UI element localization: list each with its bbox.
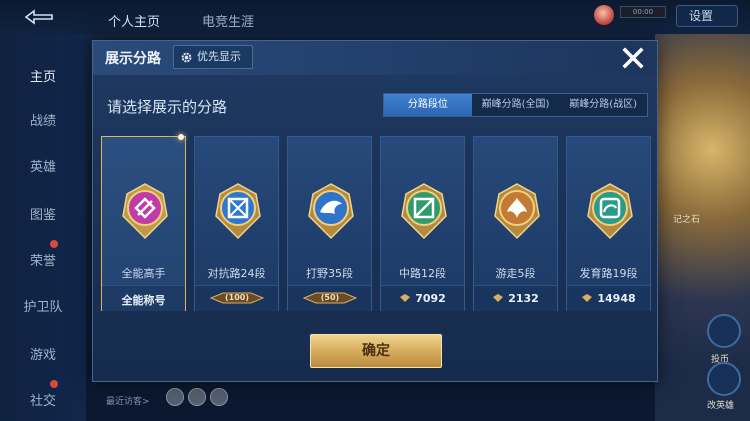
hero-artwork: 记之石 投币 改英雄 — [655, 34, 750, 421]
sidebar-item-record[interactable]: 战绩 — [0, 110, 86, 129]
display-lane-modal: 展示分路 优先显示 请选择展示的分路 分路段位 巅峰分路(全国) 巅峰分路(战区… — [92, 40, 658, 382]
lane-card-top[interactable]: 对抗路24段 (100) — [194, 136, 279, 311]
modal-title: 展示分路 — [105, 51, 161, 67]
visitor-avatar[interactable] — [166, 388, 184, 406]
tab-esports[interactable]: 电竞生涯 — [202, 11, 254, 30]
lane-name: 游走5段 — [495, 267, 536, 280]
rank-badge-wrap: (100) — [209, 291, 265, 305]
lane-name: 中路12段 — [399, 267, 446, 280]
mid-lane-emblem-icon — [401, 183, 447, 240]
sidebar-item-heroes[interactable]: 英雄 — [0, 156, 86, 175]
score-value: 14948 — [597, 292, 636, 305]
sidebar-item-guard[interactable]: 护卫队 — [0, 296, 86, 315]
support-emblem-icon — [494, 183, 540, 240]
lane-title-text: 全能称号 — [121, 294, 166, 307]
recent-visitors-link[interactable]: 最近访客> — [106, 394, 150, 407]
jungle-emblem-icon — [308, 183, 354, 240]
lane-footer: (50) — [288, 285, 371, 311]
sidebar-item-codex[interactable]: 图鉴 — [0, 204, 86, 223]
top-bar: 个人主页 电竞生涯 00:00 设置 — [0, 0, 750, 34]
settings-button[interactable]: 设置 — [676, 5, 738, 27]
notification-dot — [50, 240, 58, 248]
sidebar-item-games[interactable]: 游戏 — [0, 344, 86, 363]
lane-score: 7092 — [381, 292, 464, 305]
lane-card-jungle[interactable]: 打野35段 (50) — [287, 136, 372, 311]
modal-subtitle: 请选择展示的分路 — [107, 98, 228, 116]
notification-dot — [50, 380, 58, 388]
lane-name: 对抗路24段 — [207, 267, 266, 280]
lane-card-farm[interactable]: 发育路19段 14948 — [566, 136, 651, 311]
lane-score: 2132 — [474, 292, 557, 305]
selection-spark — [178, 134, 184, 140]
allround-emblem-icon — [122, 183, 168, 240]
change-hero-button[interactable] — [707, 362, 741, 396]
modal-header: 展示分路 优先显示 — [93, 41, 657, 75]
lane-footer: 全能称号 — [102, 285, 185, 311]
tab-peak-region[interactable]: 巅峰分路(战区) — [559, 94, 647, 116]
filter-tabs: 分路段位 巅峰分路(全国) 巅峰分路(战区) — [383, 93, 648, 117]
priority-display-label: 优先显示 — [197, 50, 241, 63]
lane-footer: 7092 — [381, 285, 464, 311]
sidebar-item-social[interactable]: 社交 — [0, 390, 86, 409]
sidebar: 主页 战绩 英雄 图鉴 荣誉 护卫队 游戏 社交 — [0, 34, 86, 421]
priority-display-button[interactable]: 优先显示 — [173, 45, 253, 69]
back-arrow-icon[interactable] — [22, 8, 56, 26]
visitor-avatar[interactable] — [188, 388, 206, 406]
tab-peak-national[interactable]: 巅峰分路(全国) — [472, 94, 560, 116]
confirm-button[interactable]: 确定 — [310, 334, 442, 368]
visitor-avatar[interactable] — [210, 388, 228, 406]
coin-button[interactable] — [707, 314, 741, 348]
farm-lane-emblem-icon — [587, 183, 633, 240]
score-wing-icon — [582, 294, 593, 302]
lane-card-allround[interactable]: 全能高手 全能称号 — [101, 134, 186, 311]
side-label: 记之石 — [673, 215, 701, 225]
score-wing-icon — [493, 294, 504, 302]
sidebar-item-honor[interactable]: 荣誉 — [0, 250, 86, 269]
score-value: 7092 — [415, 292, 446, 305]
tab-lane-rank[interactable]: 分路段位 — [384, 94, 472, 116]
lane-score: 14948 — [567, 292, 650, 305]
rank-badge-wrap: (50) — [302, 291, 358, 305]
rank-value: (100) — [224, 293, 249, 302]
score-value: 2132 — [508, 292, 539, 305]
lane-footer: 2132 — [474, 285, 557, 311]
lane-card-mid[interactable]: 中路12段 7092 — [380, 136, 465, 311]
gear-icon — [181, 52, 192, 63]
lane-name: 打野35段 — [306, 267, 353, 280]
close-icon[interactable] — [619, 44, 647, 72]
lane-card-support[interactable]: 游走5段 2132 — [473, 136, 558, 311]
lane-name: 发育路19段 — [579, 267, 638, 280]
score-wing-icon — [400, 294, 411, 302]
lane-footer: (100) — [195, 285, 278, 311]
tab-profile[interactable]: 个人主页 — [108, 11, 160, 30]
lane-name: 全能高手 — [121, 267, 166, 280]
sidebar-item-home[interactable]: 主页 — [0, 66, 86, 85]
change-hero-label: 改英雄 — [707, 401, 735, 411]
timer-badge: 00:00 — [620, 6, 666, 18]
lane-footer: 14948 — [567, 285, 650, 311]
avatar[interactable] — [594, 5, 614, 25]
rank-value: (50) — [320, 293, 340, 302]
top-lane-emblem-icon — [215, 183, 261, 240]
